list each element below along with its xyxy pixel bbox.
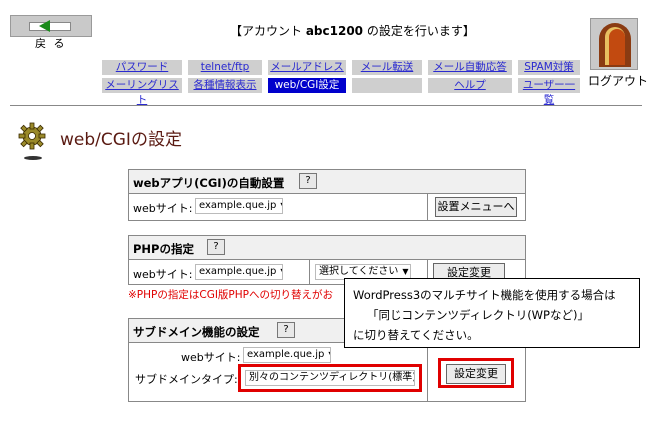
back-label[interactable]: 戻 る (35, 35, 67, 51)
subdomain-type-label: サブドメインタイプ: (135, 373, 238, 386)
highlight-type-select (238, 364, 422, 392)
chevron-down-icon: ▼ (280, 267, 282, 276)
panel-webapp-title: webアプリ(CGI)の自動設置 (133, 176, 285, 190)
separator (427, 343, 428, 401)
nav-password[interactable]: パスワード (102, 60, 182, 75)
nav-mail-address[interactable]: メールアドレス (268, 60, 346, 75)
nav-mail-autoreply[interactable]: メール自動応答 (428, 60, 512, 75)
panel-php-title: PHPの指定 (133, 242, 194, 256)
panel-webapp-help-button[interactable]: ? (299, 173, 317, 189)
back-button[interactable] (10, 15, 92, 37)
nav-help[interactable]: ヘルプ (428, 78, 512, 93)
nav-mail-forward[interactable]: メール転送 (352, 60, 422, 75)
tooltip-line-3: に切り替えてください。 (353, 328, 479, 342)
php-site-select[interactable]: example.que.jp▼ (195, 264, 283, 280)
chevron-down-icon: ▼ (402, 267, 409, 276)
webapp-site-value: example.que.jp (199, 200, 277, 211)
tooltip-line-1: WordPress3のマルチサイト機能を使用する場合は (353, 288, 616, 302)
subdomain-site-value: example.que.jp (247, 349, 325, 360)
nav-mailing-list[interactable]: メーリングリスト (102, 78, 182, 106)
door-leaf (609, 29, 625, 65)
nav-telnet-ftp[interactable]: telnet/ftp (188, 60, 262, 75)
header-divider (10, 105, 642, 106)
wordpress-tooltip: WordPress3のマルチサイト機能を使用する場合は 「同じコンテンツディレク… (344, 278, 640, 348)
account-name: abc1200 (305, 24, 364, 38)
gear-shadow (24, 156, 42, 160)
panel-php-help-button[interactable]: ? (207, 239, 225, 255)
highlight-apply-button (438, 358, 514, 388)
chevron-down-icon: ▼ (328, 350, 330, 359)
logout-door-icon[interactable] (590, 18, 638, 70)
back-bar (29, 22, 71, 31)
webapp-site-select[interactable]: example.que.jp▼ (195, 198, 283, 214)
install-menu-button[interactable]: 設置メニューへ (435, 197, 517, 217)
back-arrow-icon (39, 20, 50, 32)
page-title: web/CGIの設定 (60, 130, 182, 150)
nav-user-list[interactable]: ユーザー一覧 (518, 78, 580, 106)
panel-subdomain-title: サブドメイン機能の設定 (133, 325, 260, 339)
panel-webapp: webアプリ(CGI)の自動設置 ? webサイト: example.que.j… (128, 169, 526, 221)
php-version-value: 選択してください (319, 266, 399, 277)
nav-info[interactable]: 各種情報表示 (188, 78, 262, 93)
separator (309, 260, 310, 284)
chevron-down-icon: ▼ (280, 201, 282, 210)
php-site-label: webサイト: (133, 268, 193, 281)
panel-subdomain-help-button[interactable]: ? (277, 322, 295, 338)
header-title: 【アカウント abc1200 の設定を行います】 (230, 22, 475, 39)
nav-web-cgi[interactable]: web/CGI設定 (268, 78, 346, 93)
php-site-value: example.que.jp (199, 266, 277, 277)
title-suffix: の設定を行います】 (363, 24, 475, 38)
logout-label[interactable]: ログアウト (588, 72, 648, 89)
subdomain-site-label: webサイト: (181, 351, 241, 364)
php-warning-text: ※PHPの指定はCGI版PHPへの切り替えがお (128, 289, 333, 301)
title-prefix: 【アカウント (230, 24, 306, 38)
separator (427, 194, 428, 220)
webapp-site-label: webサイト: (133, 202, 193, 215)
gear-icon (18, 122, 46, 150)
nav-spam[interactable]: SPAM対策 (518, 60, 580, 75)
nav-blank (352, 78, 422, 93)
panel-php-head: PHPの指定 ? (129, 236, 525, 260)
subdomain-site-select[interactable]: example.que.jp▼ (243, 347, 331, 363)
tooltip-line-2: 「同じコンテンツディレクトリ(WPなど)」 (367, 308, 589, 322)
panel-webapp-head: webアプリ(CGI)の自動設置 ? (129, 170, 525, 194)
